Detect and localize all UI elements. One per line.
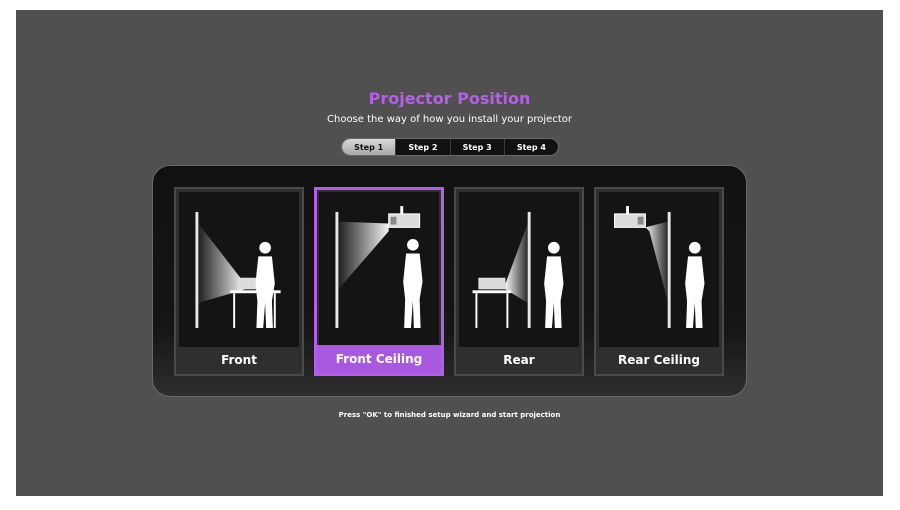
rear-ceiling-projection-icon (599, 192, 719, 347)
projector-setup-screen: Projector Position Choose the way of how… (16, 10, 883, 496)
position-options-panel: Front Front Ceiling Rear Rear Ceiling (152, 165, 747, 397)
step-indicator: Step 1 Step 2 Step 3 Step 4 (341, 138, 559, 156)
step-2[interactable]: Step 2 (395, 139, 449, 155)
front-table-projection-icon (179, 192, 299, 347)
option-label: Front (221, 353, 257, 367)
front-ceiling-projection-icon (319, 192, 439, 347)
step-4[interactable]: Step 4 (503, 139, 558, 155)
rear-table-projection-icon (459, 192, 579, 347)
step-1[interactable]: Step 1 (342, 139, 396, 155)
option-front-ceiling[interactable]: Front Ceiling (314, 187, 444, 376)
option-rear[interactable]: Rear (454, 187, 584, 376)
page-title: Projector Position (368, 89, 531, 108)
option-label: Rear Ceiling (618, 353, 700, 367)
page-subtitle: Choose the way of how you install your p… (327, 114, 572, 125)
option-rear-ceiling[interactable]: Rear Ceiling (594, 187, 724, 376)
option-label: Front Ceiling (317, 345, 441, 373)
option-front[interactable]: Front (174, 187, 304, 376)
option-label: Rear (503, 353, 535, 367)
step-3[interactable]: Step 3 (449, 139, 504, 155)
footer-hint: Press "OK" to finished setup wizard and … (338, 411, 561, 419)
